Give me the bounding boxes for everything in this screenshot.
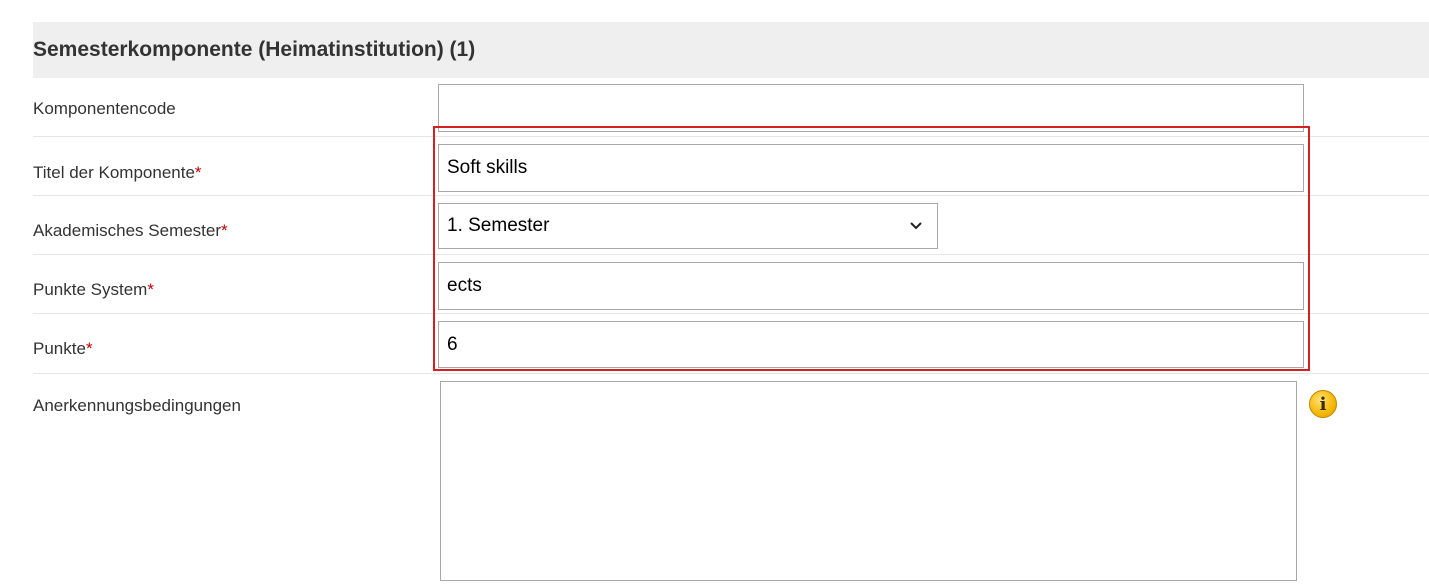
titel-label: Titel der Komponente*	[33, 163, 202, 182]
required-mark: *	[147, 280, 154, 299]
punkte-system-input[interactable]	[438, 262, 1304, 310]
titel-input[interactable]	[438, 144, 1304, 192]
semester-selected-value: 1. Semester	[447, 215, 550, 236]
required-mark: *	[85, 339, 93, 358]
form-page: Semesterkomponente (Heimatinstitution) (…	[0, 0, 1429, 586]
punkte-system-label: Punkte System*	[33, 280, 154, 299]
chevron-down-icon	[910, 222, 922, 230]
semester-label: Akademisches Semester*	[33, 221, 228, 240]
required-mark: *	[221, 221, 228, 240]
section-header: Semesterkomponente (Heimatinstitution) (…	[33, 22, 1429, 78]
punkte-input[interactable]	[438, 321, 1304, 368]
section-title: Semesterkomponente (Heimatinstitution) (…	[33, 38, 476, 61]
komponentencode-label: Komponentencode	[33, 99, 176, 118]
required-mark: *	[194, 163, 202, 182]
info-icon[interactable]: i	[1309, 390, 1337, 418]
anerkennung-label: Anerkennungsbedingungen	[33, 396, 241, 415]
semester-select[interactable]: 1. Semester	[438, 203, 938, 249]
anerkennung-textarea[interactable]	[440, 381, 1297, 581]
komponentencode-input[interactable]	[438, 84, 1304, 132]
punkte-label: Punkte*	[33, 339, 93, 358]
